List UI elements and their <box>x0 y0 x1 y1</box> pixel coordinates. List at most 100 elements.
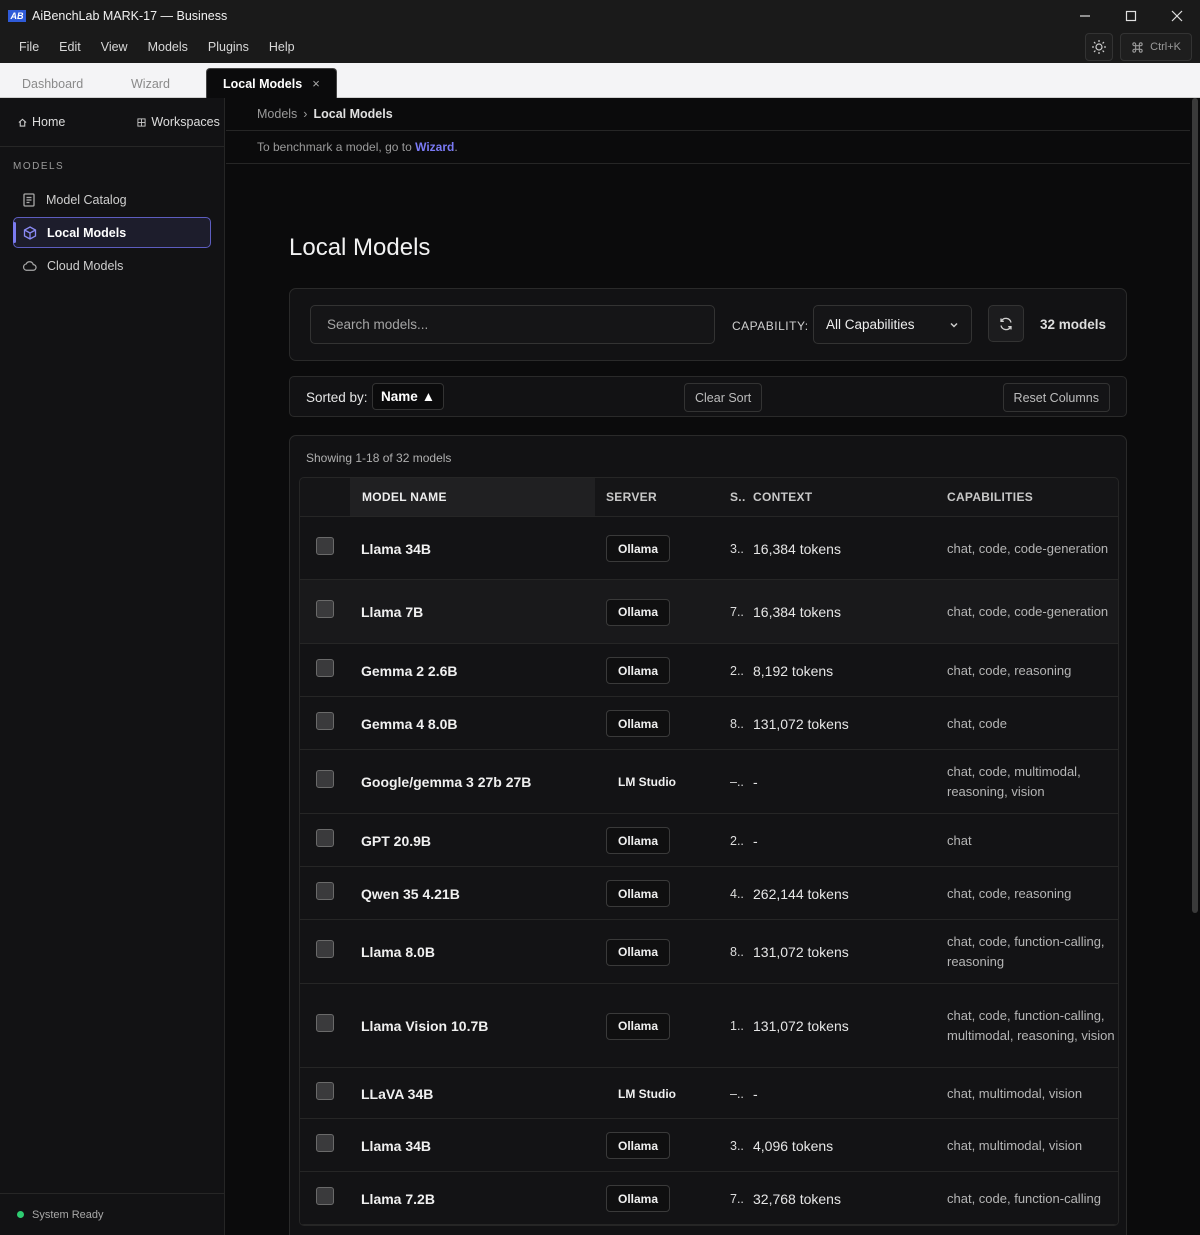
close-window-button[interactable] <box>1154 0 1200 31</box>
capabilities-cell: chat, code, code-generation <box>947 604 1109 619</box>
row-checkbox[interactable] <box>316 537 334 555</box>
context-cell: 8,192 tokens <box>753 662 834 679</box>
sidebar-item-cloud-models[interactable]: Cloud Models <box>13 250 211 281</box>
capabilities-cell: chat, code, reasoning <box>947 885 1072 901</box>
row-checkbox[interactable] <box>316 770 334 788</box>
sort-field-chip[interactable]: Name ▲ <box>372 383 445 410</box>
server-badge: Ollama <box>606 1185 671 1212</box>
minimize-button[interactable] <box>1062 0 1108 31</box>
table-row[interactable]: Llama 8.0B Ollama 8.. 131,072 tokens chat, c… <box>300 920 1118 984</box>
row-checkbox[interactable] <box>316 712 334 730</box>
table-row[interactable]: GPT 20.9B Ollama 2.. - chat <box>300 814 1118 867</box>
menu-view[interactable]: View <box>91 40 138 54</box>
context-cell: - <box>753 1085 758 1102</box>
table-row[interactable]: Llama 7.2B Ollama 7.. 32,768 tokens chat, co… <box>300 1172 1118 1225</box>
column-header-server[interactable]: SERVER <box>606 478 657 516</box>
model-name-cell: Llama 8.0B <box>361 944 435 960</box>
server-cell: Ollama <box>606 1119 671 1172</box>
menu-help[interactable]: Help <box>259 40 305 54</box>
workspaces-link[interactable]: Workspaces <box>137 115 220 129</box>
context-cell: 16,384 tokens <box>753 604 841 620</box>
model-name-cell: Qwen 35 4.21B <box>361 885 460 902</box>
row-checkbox[interactable] <box>316 1187 334 1205</box>
capabilities-cell: chat, code, function-calling, reasoning <box>947 934 1105 969</box>
maximize-icon <box>1125 10 1137 21</box>
server-badge: Ollama <box>606 827 671 854</box>
size-cell: 2.. <box>730 663 744 678</box>
menu-plugins[interactable]: Plugins <box>198 40 259 54</box>
main-content: Models › Local Models To benchmark a mod… <box>226 98 1190 1235</box>
status-text: System Ready <box>32 1208 104 1221</box>
row-checkbox[interactable] <box>316 882 334 900</box>
tab-dashboard[interactable]: Dashboard <box>6 69 99 98</box>
sidebar-item-model-catalog[interactable]: Model Catalog <box>13 184 211 215</box>
size-cell: 1.. <box>730 1019 744 1033</box>
context-cell: 131,072 tokens <box>753 715 849 732</box>
table-row[interactable]: Qwen 35 4.21B Ollama 4.. 262,144 tokens chat… <box>300 867 1118 920</box>
wizard-link[interactable]: Wizard <box>415 140 454 154</box>
column-header-context[interactable]: CONTEXT <box>753 478 812 516</box>
model-name-cell: LLaVA 34B <box>361 1085 434 1102</box>
tab-wizard[interactable]: Wizard <box>115 69 186 98</box>
model-name-cell: Llama 34B <box>361 1137 432 1154</box>
status-dot-icon <box>17 1211 24 1218</box>
column-header-model-name[interactable]: MODEL NAME <box>350 478 595 516</box>
capability-select[interactable]: All Capabilities <box>813 305 972 344</box>
row-checkbox[interactable] <box>316 1082 334 1100</box>
menu-file[interactable]: File <box>9 40 49 54</box>
page-scrollbar[interactable] <box>1192 98 1198 913</box>
sidebar-item-local-models[interactable]: Local Models <box>13 217 211 248</box>
tab-local-models[interactable]: Local Models × <box>206 68 337 98</box>
table-row[interactable]: Llama 34B Ollama 3.. 4,096 tokens chat, mult… <box>300 1119 1118 1172</box>
table-row[interactable]: Llama Vision 10.7B Ollama 1.. 131,072 token… <box>300 984 1118 1068</box>
row-checkbox[interactable] <box>316 659 334 677</box>
table-row[interactable]: Google/gemma 3 27b 27B LM Studio –.. - chat,… <box>300 750 1118 814</box>
tab-bar: Dashboard Wizard Local Models × <box>0 63 1200 98</box>
row-checkbox[interactable] <box>316 829 334 847</box>
sidebar-item-label: Local Models <box>47 225 127 240</box>
refresh-button[interactable] <box>988 305 1024 342</box>
table-row[interactable]: Llama 34B Ollama 3.. 16,384 tokens chat, cod… <box>300 517 1118 580</box>
capabilities-cell: chat, multimodal, vision <box>947 1137 1083 1153</box>
row-checkbox[interactable] <box>316 1134 334 1152</box>
row-checkbox[interactable] <box>316 940 334 958</box>
sidebar: Home Workspaces MODELS Model Catalog Loc… <box>0 98 225 1235</box>
table-row[interactable]: LLaVA 34B LM Studio –.. - chat, multimodal, … <box>300 1068 1118 1119</box>
home-link[interactable]: Home <box>18 115 65 129</box>
command-palette-button[interactable]: Ctrl+K <box>1120 33 1192 61</box>
context-cell: 4,096 tokens <box>753 1137 834 1154</box>
server-cell: Ollama <box>606 814 671 867</box>
models-table: MODEL NAME SERVER S.. CONTEXT CAPABILITI… <box>299 477 1119 1226</box>
reset-columns-button[interactable]: Reset Columns <box>1002 383 1110 412</box>
maximize-button[interactable] <box>1108 0 1154 31</box>
sidebar-item-label: Cloud Models <box>47 258 124 273</box>
search-input[interactable] <box>310 305 715 344</box>
breadcrumb-parent[interactable]: Models <box>257 107 297 121</box>
capabilities-cell: chat, code, function-calling <box>947 1190 1101 1206</box>
server-cell: Ollama <box>606 644 671 697</box>
tab-close-icon[interactable]: × <box>312 76 320 91</box>
model-name-cell: Google/gemma 3 27b 27B <box>361 774 532 790</box>
table-row[interactable]: Gemma 4 8.0B Ollama 8.. 131,072 tokens chat,… <box>300 697 1118 750</box>
models-table-card: Showing 1-18 of 32 models MODEL NAME SER… <box>289 435 1127 1235</box>
row-checkbox[interactable] <box>316 600 334 618</box>
server-cell: Ollama <box>606 867 671 920</box>
table-row[interactable]: Llama 7B Ollama 7.. 16,384 tokens chat, code… <box>300 580 1118 644</box>
context-cell: - <box>753 832 758 849</box>
theme-toggle-button[interactable] <box>1085 33 1114 61</box>
clear-sort-button[interactable]: Clear Sort <box>684 383 763 412</box>
server-badge: LM Studio <box>618 1086 676 1101</box>
menu-edit[interactable]: Edit <box>49 40 91 54</box>
column-header-size[interactable]: S.. <box>730 478 746 516</box>
menu-models[interactable]: Models <box>138 40 198 54</box>
server-badge: Ollama <box>606 880 671 907</box>
row-checkbox[interactable] <box>316 1014 334 1032</box>
size-cell: 4.. <box>730 886 744 901</box>
minimize-icon <box>1080 14 1090 17</box>
title-bar: AB AiBenchLab MARK-17 — Business <box>0 0 1200 31</box>
sort-label: Sorted by: <box>306 390 368 405</box>
table-row[interactable]: Gemma 2 2.6B Ollama 2.. 8,192 tokens chat, c… <box>300 644 1118 697</box>
column-header-capabilities[interactable]: CAPABILITIES <box>947 478 1033 516</box>
sort-ascending-icon: ▲ <box>421 389 436 404</box>
page-title: Local Models <box>289 234 431 261</box>
